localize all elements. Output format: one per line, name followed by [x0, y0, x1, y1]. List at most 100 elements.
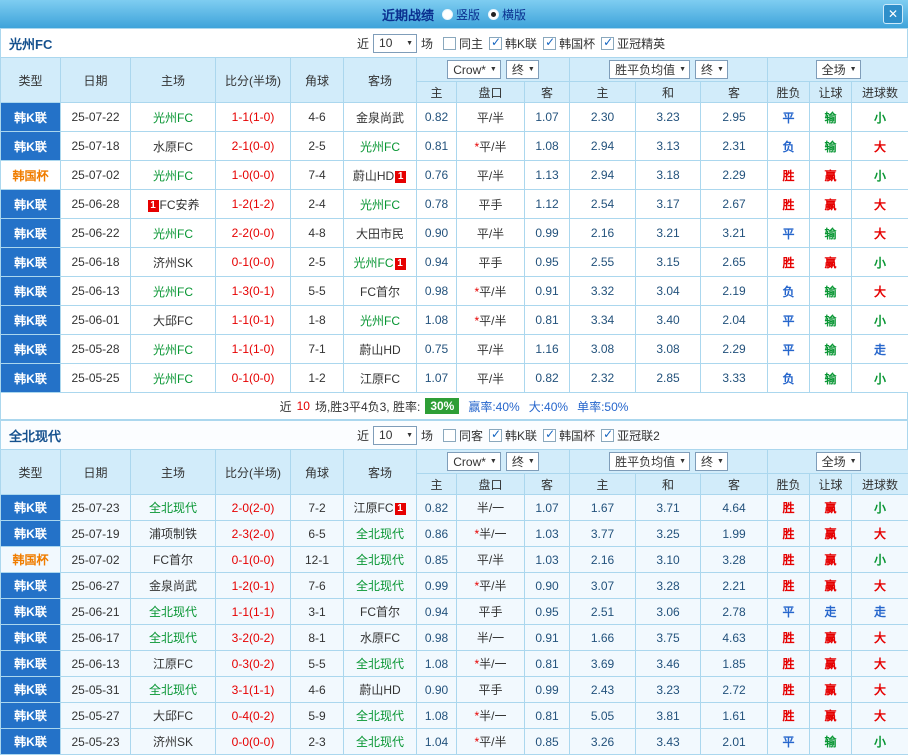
col-asian-away: 客	[523, 81, 571, 103]
euro-home-cell: 3.26	[569, 728, 637, 755]
team-cell: 光州FC	[130, 363, 216, 393]
asian-home-odds-cell: 0.75	[416, 334, 457, 364]
filter-checkbox[interactable]: 韩K联	[489, 35, 537, 52]
games-label: 场	[421, 428, 434, 443]
corner-cell: 1-2	[290, 363, 344, 393]
checkbox-label: 亚冠联2	[617, 428, 660, 443]
corner-cell: 5-5	[290, 276, 344, 306]
section-header: 全北现代 近 10 ▼ 场 同客 韩K联 韩国杯 亚冠联2	[0, 420, 908, 449]
euro-away-cell: 2.29	[700, 160, 769, 190]
filter-checkbox[interactable]: 韩K联	[489, 427, 537, 444]
checkbox-box-icon[interactable]	[443, 36, 457, 50]
goals-result-cell: 小	[851, 305, 908, 335]
match-count-select[interactable]: 10 ▼	[373, 33, 418, 53]
radio-button-icon[interactable]	[441, 8, 453, 20]
goals-result-cell: 大	[851, 572, 908, 599]
checkbox-box-icon[interactable]	[443, 428, 457, 442]
euro-source-select[interactable]: 胜平负均值 ▼	[609, 452, 691, 471]
match-type-cell: 韩K联	[0, 363, 61, 393]
checkbox-box-icon[interactable]	[489, 427, 503, 442]
score-cell: 3-2(0-2)	[215, 624, 291, 651]
euro-home-cell: 3.69	[569, 650, 637, 677]
team-cell: 光州FC	[343, 189, 417, 219]
scope-select[interactable]: 全场 ▼	[815, 60, 861, 79]
team-cell: 水原FC	[343, 624, 417, 651]
asian-source-select[interactable]: Crow* ▼	[447, 60, 501, 79]
filter-checkbox[interactable]: 亚冠联2	[601, 427, 660, 444]
star-mark: *	[474, 139, 480, 154]
team-cell: 蔚山HD	[343, 676, 417, 703]
team-cell: 蔚山HD 1	[343, 160, 417, 190]
team-cell: FC首尔	[343, 276, 417, 306]
corner-cell: 2-4	[290, 189, 344, 219]
match-type-cell: 韩K联	[0, 334, 61, 364]
handicap-result-cell: 输	[809, 131, 853, 161]
handicap-result-cell: 赢	[809, 676, 853, 703]
match-row: 韩K联 25-06-17 全北现代 3-2(0-2) 8-1 水原FC 0.98 半/一 0.9…	[0, 624, 908, 651]
near-label: 近	[357, 428, 370, 443]
filter-checkbox[interactable]: 亚冠精英	[601, 35, 665, 52]
team-cell: 光州FC	[343, 305, 417, 335]
filter-checkbox[interactable]: 同客	[443, 427, 483, 444]
asian-source-select[interactable]: Crow* ▼	[447, 452, 501, 471]
euro-final-select[interactable]: 终 ▼	[695, 452, 728, 471]
match-type-cell: 韩K联	[0, 728, 61, 755]
asian-line-cell: 平手	[456, 598, 525, 625]
asian-line-cell: 半/一	[456, 624, 525, 651]
asian-away-odds-cell: 0.81	[523, 305, 571, 335]
team-name-text: 全北现代	[148, 631, 197, 645]
euro-draw-cell: 3.06	[635, 598, 702, 625]
col-date: 日期	[60, 449, 131, 495]
filter-checkbox[interactable]: 韩国杯	[543, 35, 595, 52]
euro-draw-cell: 3.75	[635, 624, 702, 651]
match-date-cell: 25-06-27	[60, 572, 131, 599]
team-name-text: FC安养	[159, 197, 200, 212]
asian-line-cell: *平/半	[456, 131, 525, 161]
handicap-result-cell: 赢	[809, 546, 853, 573]
match-type-cell: 韩K联	[0, 247, 61, 277]
section-team-1: 光州FC 近 10▼ 场 同主韩K联韩国杯亚冠精英 类型 日期	[0, 28, 908, 420]
close-icon[interactable]: ✕	[883, 4, 903, 24]
scope-select[interactable]: 全场 ▼	[815, 452, 861, 471]
checkbox-box-icon[interactable]	[489, 35, 503, 50]
summary-stat: 大:40%	[528, 399, 569, 414]
filter-checkbox[interactable]: 韩国杯	[543, 427, 595, 444]
asian-away-odds-cell: 1.07	[523, 102, 571, 132]
handicap-result-cell: 赢	[809, 160, 853, 190]
checkbox-box-icon[interactable]	[601, 427, 615, 442]
checkbox-box-icon[interactable]	[543, 427, 557, 442]
euro-source-value: 胜平负均值	[615, 63, 676, 77]
asian-final-select[interactable]: 终 ▼	[505, 60, 539, 79]
match-date-cell: 25-07-02	[60, 160, 131, 190]
matches-body: 韩K联 25-07-23 全北现代 2-0(2-0) 7-2 江原FC 1 0.82 半/一 1.…	[0, 494, 908, 755]
checkbox-box-icon[interactable]	[601, 35, 615, 50]
match-row: 韩K联 25-06-27 金泉尚武 1-2(0-1) 7-6 全北现代 0.99 *平/半 0.…	[0, 572, 908, 599]
euro-home-cell: 2.16	[569, 218, 637, 248]
euro-source-select[interactable]: 胜平负均值 ▼	[609, 60, 691, 79]
handicap-result-cell: 输	[809, 218, 853, 248]
checkbox-box-icon[interactable]	[543, 35, 557, 50]
layout-radio-vertical[interactable]: 竖版	[441, 6, 480, 23]
asian-line-cell: 平/半	[456, 363, 525, 393]
result-cell: 负	[767, 363, 811, 393]
asian-final-select[interactable]: 终 ▼	[505, 452, 539, 471]
col-euro-home: 主	[569, 81, 637, 103]
result-cell: 平	[767, 305, 811, 335]
team-name-text: 蔚山HD	[359, 683, 401, 697]
asian-source-value: Crow*	[453, 454, 486, 469]
layout-radio-horizontal[interactable]: 横版	[488, 6, 526, 23]
radio-button-icon[interactable]	[488, 8, 499, 20]
asian-line-cell: 半/一	[456, 494, 525, 521]
asian-home-odds-cell: 1.08	[416, 650, 457, 677]
team-cell: 全北现代	[343, 702, 417, 729]
match-row: 韩K联 25-07-23 全北现代 2-0(2-0) 7-2 江原FC 1 0.82 半/一 1.…	[0, 494, 908, 521]
match-count-select[interactable]: 10 ▼	[373, 425, 418, 445]
col-score: 比分(半场)	[215, 57, 291, 103]
team-name-text: 蔚山HD	[352, 168, 395, 183]
filter-checkbox[interactable]: 同主	[443, 35, 483, 52]
chevron-down-icon: ▼	[679, 458, 687, 465]
result-cell: 平	[767, 598, 811, 625]
score-cell: 1-1(1-1)	[215, 598, 291, 625]
chevron-down-icon: ▼	[527, 66, 535, 73]
euro-final-select[interactable]: 终 ▼	[695, 60, 728, 79]
